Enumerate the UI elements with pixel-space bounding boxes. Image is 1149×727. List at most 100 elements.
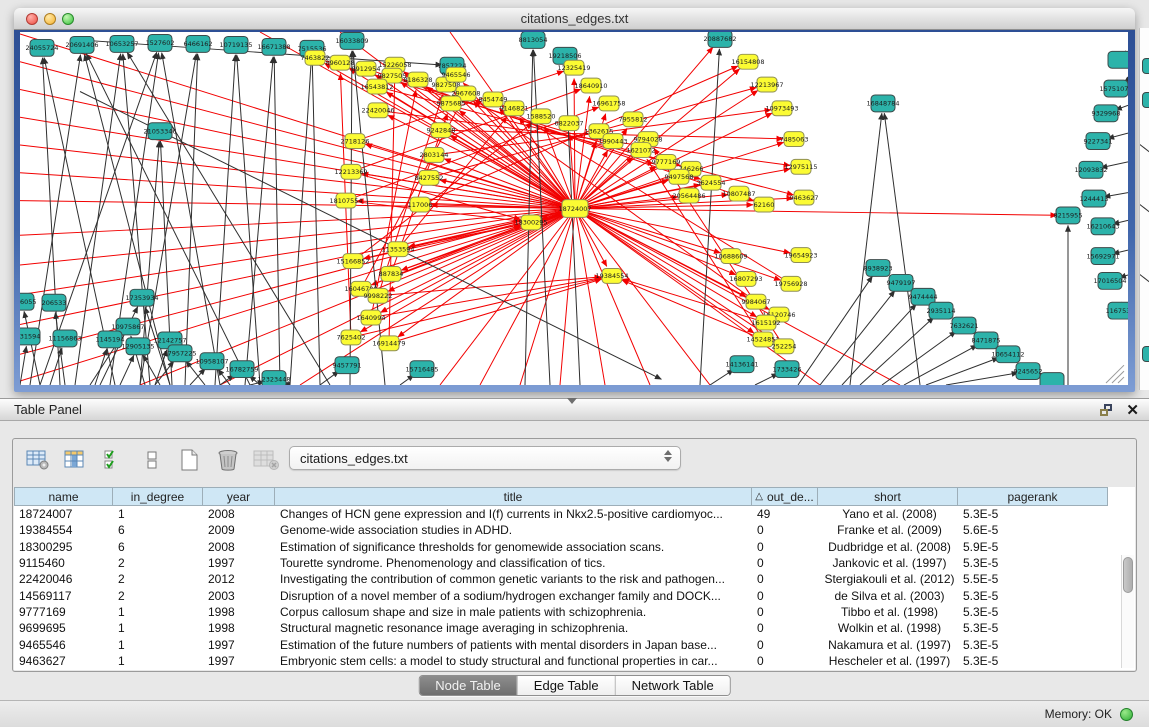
- graph-node[interactable]: 12213967: [750, 77, 783, 92]
- graph-node[interactable]: 6466162: [184, 35, 213, 52]
- graph-node[interactable]: 1145194: [96, 331, 125, 348]
- graph-node[interactable]: 1244413: [1080, 190, 1109, 207]
- graph-node[interactable]: 9245652: [1014, 363, 1043, 380]
- graph-node[interactable]: 16782759: [225, 361, 258, 378]
- graph-node[interactable]: 1640994: [357, 310, 386, 325]
- graph-node[interactable]: 20564486: [672, 188, 705, 203]
- window-titlebar[interactable]: citations_edges.txt: [14, 8, 1135, 30]
- graph-node[interactable]: 9497568: [665, 169, 694, 184]
- graph-node[interactable]: 331594: [20, 328, 40, 345]
- graph-node[interactable]: 12213369: [334, 164, 367, 179]
- graph-node[interactable]: 2718126: [341, 134, 370, 149]
- row-checklist-icon[interactable]: [101, 447, 127, 473]
- graph-node[interactable]: 16848784: [866, 95, 899, 112]
- table-row[interactable]: 946362711997Embryonic stem cells: a mode…: [14, 653, 1135, 669]
- graph-node[interactable]: 16210643: [1086, 218, 1119, 235]
- canvas-resize-grip[interactable]: [1106, 365, 1124, 383]
- column-header-name[interactable]: name: [14, 487, 113, 506]
- graph-node[interactable]: 10807487: [722, 186, 755, 201]
- network-canvas[interactable]: 24055724 20691406 10653257 1527602 6466162 10…: [20, 32, 1128, 385]
- graph-node[interactable]: 62160: [754, 197, 775, 212]
- graph-node[interactable]: 15692971: [1086, 248, 1119, 265]
- graph-node[interactable]: 11156863: [48, 330, 81, 347]
- close-panel-icon[interactable]: ✕: [1126, 403, 1139, 418]
- graph-node[interactable]: 252254: [772, 339, 797, 354]
- graph-node[interactable]: 12093832: [1074, 161, 1107, 178]
- graph-node[interactable]: 887834: [379, 267, 404, 282]
- graph-node[interactable]: 20887682: [703, 32, 736, 47]
- graph-node[interactable]: [1040, 373, 1064, 385]
- table-row[interactable]: 977716911998Corpus callosum shape and si…: [14, 604, 1135, 620]
- new-column-icon[interactable]: [177, 447, 203, 473]
- table-settings-icon[interactable]: [25, 447, 51, 473]
- graph-node[interactable]: 1615192: [752, 315, 781, 330]
- graph-node[interactable]: 9242848: [427, 123, 456, 138]
- column-header-year[interactable]: year: [203, 487, 275, 506]
- graph-node[interactable]: 15166852: [336, 254, 369, 269]
- column-header-title[interactable]: title: [275, 487, 752, 506]
- graph-node[interactable]: 7485063: [780, 132, 809, 147]
- table-row[interactable]: 1830029562008Estimation of significance …: [14, 539, 1135, 555]
- graph-node[interactable]: 9479197: [887, 274, 916, 291]
- graph-node[interactable]: [1108, 51, 1128, 68]
- scrollbar-thumb[interactable]: [1123, 557, 1133, 593]
- graph-node[interactable]: 9457791: [333, 357, 362, 374]
- graph-node[interactable]: 12905135: [121, 338, 154, 355]
- table-header-row[interactable]: namein_degreeyeartitle△out_de...shortpag…: [14, 487, 1135, 506]
- graph-node[interactable]: 2526055: [20, 293, 36, 310]
- graph-node[interactable]: 18640910: [574, 78, 607, 93]
- delete-table-icon[interactable]: [253, 447, 279, 473]
- table-row[interactable]: 911546021997Tourette syndrome. Phenomeno…: [14, 555, 1135, 571]
- table-row[interactable]: 969969511998Structural magnetic resonanc…: [14, 620, 1135, 636]
- graph-node[interactable]: 8938923: [864, 260, 893, 277]
- graph-node[interactable]: 9227341: [1084, 133, 1113, 150]
- graph-node[interactable]: 7625402: [337, 330, 366, 345]
- graph-node[interactable]: 8813054: [519, 32, 548, 48]
- graph-node[interactable]: 16671388: [257, 38, 290, 55]
- graph-node[interactable]: 17353934: [125, 289, 158, 306]
- graph-node[interactable]: 206533: [42, 294, 67, 311]
- graph-node[interactable]: 10688609: [714, 249, 747, 264]
- graph-node[interactable]: 20691406: [65, 36, 98, 53]
- graph-node[interactable]: 15751074: [1099, 80, 1128, 97]
- graph-node[interactable]: 16033809: [335, 32, 368, 49]
- tab-edge-table[interactable]: Edge Table: [517, 676, 615, 695]
- column-header-pagerank[interactable]: pagerank: [958, 487, 1108, 506]
- graph-node[interactable]: 7955812: [619, 112, 648, 127]
- graph-node[interactable]: 6822037: [555, 116, 584, 131]
- table-row[interactable]: 1456911722003Disruption of a novel membe…: [14, 587, 1135, 603]
- graph-node[interactable]: 9875685: [437, 96, 466, 111]
- table-panel-header[interactable]: Table Panel ✕: [0, 399, 1149, 421]
- graph-node[interactable]: 12323448: [257, 371, 290, 385]
- table-row[interactable]: 946554611997Estimation of the future num…: [14, 636, 1135, 652]
- graph-node[interactable]: 1990443: [599, 134, 628, 149]
- graph-node[interactable]: 18724007: [558, 200, 591, 218]
- graph-node[interactable]: 10653257: [105, 35, 138, 52]
- table-row[interactable]: 1938455462009Genome-wide association stu…: [14, 522, 1135, 538]
- graph-node[interactable]: 8960128: [326, 55, 355, 70]
- graph-node[interactable]: 10654112: [991, 346, 1024, 363]
- graph-node[interactable]: 24055724: [25, 39, 58, 56]
- table-selector-dropdown[interactable]: citations_edges.txt: [289, 446, 681, 470]
- graph-node[interactable]: 1527602: [146, 34, 175, 51]
- graph-node[interactable]: 9984067: [742, 294, 771, 309]
- delete-column-icon[interactable]: [215, 447, 241, 473]
- float-panel-icon[interactable]: [1100, 404, 1114, 417]
- graph-node[interactable]: 14136141: [725, 356, 758, 373]
- graph-node[interactable]: 16914479: [372, 336, 405, 351]
- column-chooser-icon[interactable]: [63, 447, 89, 473]
- graph-node[interactable]: 15716485: [405, 361, 438, 378]
- graph-node[interactable]: 1733426: [773, 361, 802, 378]
- graph-node[interactable]: 2803144: [420, 148, 449, 163]
- graph-node[interactable]: 9463627: [790, 190, 819, 205]
- graph-node[interactable]: 8215955: [1054, 207, 1083, 224]
- graph-node[interactable]: 16961758: [592, 96, 625, 111]
- graph-node[interactable]: 8427552: [415, 170, 444, 185]
- graph-node[interactable]: 10958107: [195, 353, 228, 370]
- graph-node[interactable]: 9998222: [364, 288, 393, 303]
- graph-node[interactable]: 9329968: [1092, 105, 1121, 122]
- graph-node[interactable]: 19756928: [774, 276, 807, 291]
- graph-node[interactable]: 9777169: [652, 154, 681, 169]
- graph-node[interactable]: 117006: [408, 197, 433, 212]
- table-row[interactable]: 2242004622012Investigating the contribut…: [14, 571, 1135, 587]
